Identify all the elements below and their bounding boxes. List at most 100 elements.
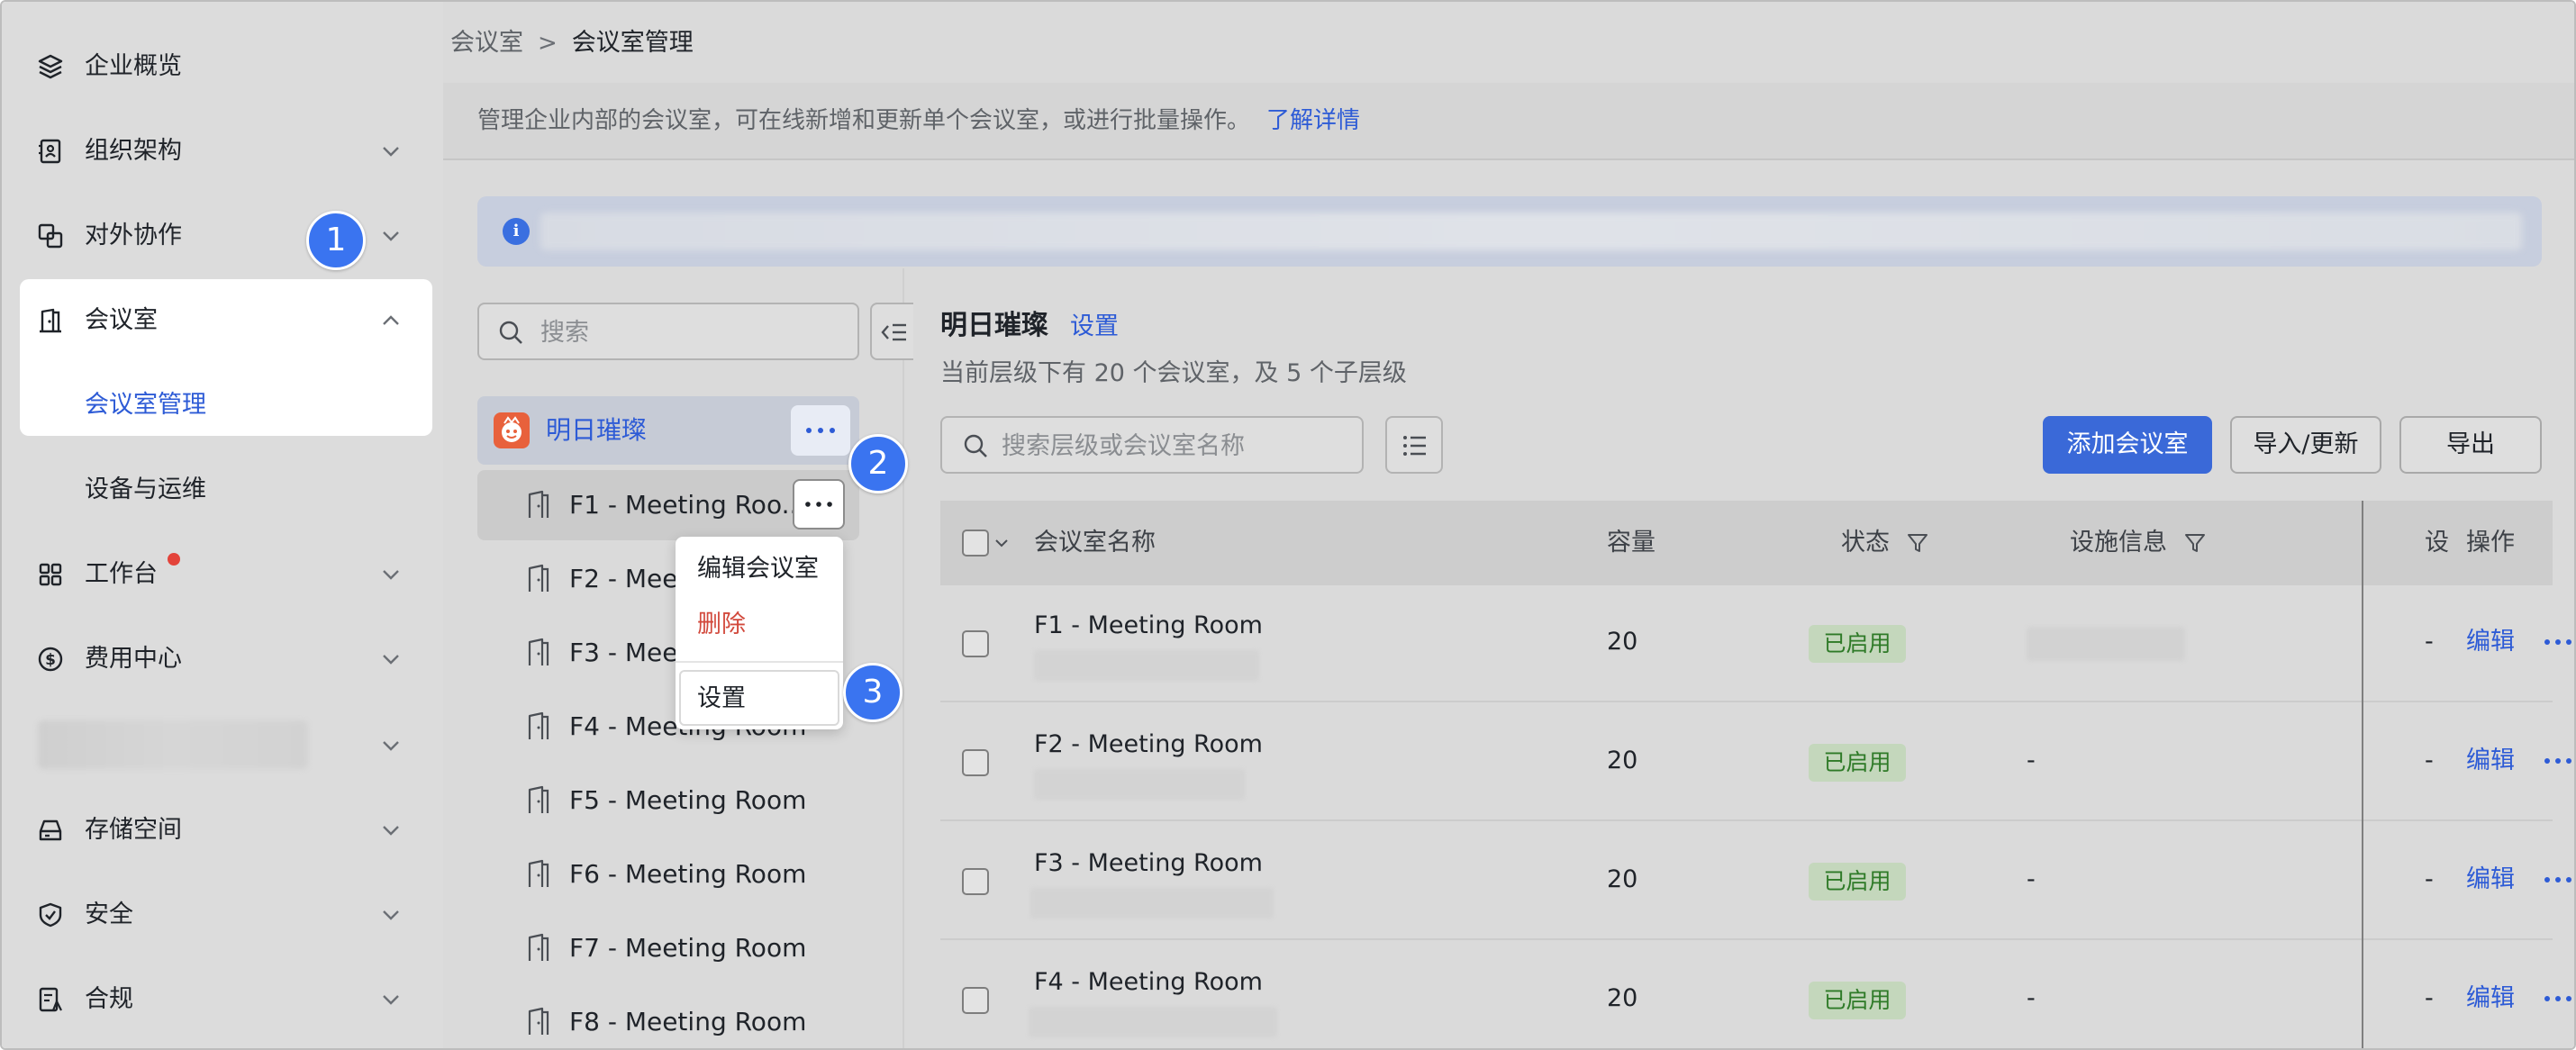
- menu-divider: [676, 661, 843, 663]
- chevron-down-icon[interactable]: [994, 537, 1009, 549]
- import-update-button[interactable]: 导入/更新: [2230, 416, 2381, 474]
- truncated-cell: -: [2425, 747, 2434, 774]
- sidebar-item-overview[interactable]: 企业概览: [20, 31, 432, 103]
- sidebar-subitem-devices[interactable]: 设备与运维: [85, 475, 206, 504]
- tree-item-more-button[interactable]: [793, 479, 845, 530]
- tree-item-f7[interactable]: F7 - Meeting Room: [477, 913, 859, 983]
- sidebar-item-storage[interactable]: 存储空间: [20, 794, 432, 866]
- sidebar-item-external-collab[interactable]: 对外协作: [20, 200, 432, 272]
- shield-icon: [36, 901, 65, 929]
- tree-item-f6[interactable]: F6 - Meeting Room: [477, 839, 859, 910]
- table-row: F1 - Meeting Room 20 已启用 - 编辑: [940, 585, 2571, 702]
- facility-info: -: [2027, 747, 2036, 774]
- column-header-name: 会议室名称: [1034, 529, 1156, 557]
- level-summary: 当前层级下有 20 个会议室，及 5 个子层级: [940, 359, 1407, 387]
- status-badge: 已启用: [1809, 982, 1906, 1019]
- truncated-cell: -: [2425, 984, 2434, 1012]
- add-room-button[interactable]: 添加会议室: [2043, 416, 2212, 474]
- more-horizontal-icon[interactable]: [2542, 992, 2574, 1005]
- root-more-button[interactable]: [791, 405, 850, 456]
- menu-item-edit-room[interactable]: 编辑会议室: [697, 555, 819, 584]
- sidebar-item-billing[interactable]: $ 费用中心: [20, 623, 432, 695]
- tree-item-f1[interactable]: F1 - Meeting Roo...: [477, 470, 859, 540]
- edit-link[interactable]: 编辑: [2466, 627, 2515, 657]
- menu-item-settings[interactable]: 设置: [697, 684, 746, 713]
- tree-item-f8[interactable]: F8 - Meeting Room: [477, 987, 859, 1048]
- blurred-facility-info: [2027, 627, 2185, 661]
- door-icon: [528, 859, 549, 887]
- tree-search-input[interactable]: 搜索: [477, 303, 859, 360]
- collapse-tree-button[interactable]: [870, 303, 913, 360]
- menu-item-delete[interactable]: 删除: [697, 611, 746, 639]
- room-capacity: 20: [1607, 865, 1638, 893]
- status-badge: 已启用: [1809, 744, 1906, 782]
- export-button[interactable]: 导出: [2399, 416, 2542, 474]
- external-collab-icon: [36, 222, 65, 250]
- sidebar-subitem-room-management[interactable]: 会议室管理: [85, 391, 206, 420]
- room-capacity: 20: [1607, 628, 1638, 656]
- column-header-actions: 操作: [2466, 529, 2515, 557]
- door-icon: [528, 711, 549, 739]
- column-header-facility: 设施信息: [2070, 528, 2207, 558]
- room-capacity: 20: [1607, 984, 1638, 1012]
- door-icon: [528, 785, 549, 813]
- edit-link[interactable]: 编辑: [2466, 983, 2515, 1014]
- status-badge: 已启用: [1809, 625, 1906, 663]
- sidebar-item-meeting-room[interactable]: 会议室: [20, 285, 432, 357]
- breadcrumb-separator: >: [538, 30, 558, 57]
- status-badge: 已启用: [1809, 863, 1906, 901]
- column-header-truncated: 设: [2425, 529, 2449, 557]
- layers-icon: [36, 52, 65, 81]
- app-window: 企业概览 组织架构 对外协作 会议室 会议室管理 设备与运维 工作台 $ 费用中…: [0, 0, 2576, 1050]
- sidebar-item-compliance[interactable]: 合规: [20, 964, 432, 1036]
- filter-icon[interactable]: [2183, 531, 2207, 555]
- storage-icon: [36, 816, 65, 845]
- door-icon: [528, 638, 549, 665]
- list-view-toggle[interactable]: [1385, 416, 1443, 474]
- level-settings-link[interactable]: 设置: [1070, 312, 1119, 342]
- more-horizontal-icon[interactable]: [2542, 755, 2574, 767]
- edit-link[interactable]: 编辑: [2466, 746, 2515, 776]
- select-all-checkbox[interactable]: [962, 530, 989, 557]
- more-horizontal-icon[interactable]: [2542, 873, 2574, 886]
- facility-info: -: [2027, 984, 2036, 1012]
- sidebar-item-workbench[interactable]: 工作台: [20, 539, 432, 611]
- door-icon: [528, 1007, 549, 1035]
- table-row: F2 - Meeting Room 20 已启用 - - 编辑: [940, 704, 2571, 821]
- row-checkbox[interactable]: [962, 630, 989, 657]
- tree-item-label: F3 - Mee: [569, 638, 678, 667]
- row-checkbox[interactable]: [962, 749, 989, 776]
- tree-item-label: F7 - Meeting Room: [569, 933, 807, 963]
- page-description-bar: 管理企业内部的会议室，可在线新增和更新单个会议室，或进行批量操作。 了解详情: [443, 83, 2574, 160]
- room-search-input[interactable]: 搜索层级或会议室名称: [940, 416, 1364, 474]
- tree-root-node[interactable]: 明日璀璨: [477, 396, 859, 465]
- facility-info: -: [2027, 865, 2036, 893]
- org-chart-icon: [36, 137, 65, 166]
- door-icon: [528, 564, 549, 592]
- chevron-down-icon[interactable]: [380, 735, 402, 756]
- breadcrumb-parent[interactable]: 会议室: [450, 29, 523, 58]
- chevron-down-icon: [383, 570, 399, 580]
- filter-icon[interactable]: [1906, 531, 1929, 555]
- tree-root-label: 明日璀璨: [546, 415, 648, 445]
- row-checkbox[interactable]: [962, 868, 989, 895]
- svg-text:$: $: [45, 651, 56, 669]
- page-description: 管理企业内部的会议室，可在线新增和更新单个会议室，或进行批量操作。 了解详情: [477, 106, 1360, 135]
- dollar-icon: $: [36, 645, 65, 674]
- learn-more-link[interactable]: 了解详情: [1266, 107, 1360, 134]
- sidebar-item-label: 费用中心: [85, 645, 182, 673]
- list-icon: [1403, 436, 1426, 456]
- sidebar-item-security[interactable]: 安全: [20, 879, 432, 951]
- sidebar-item-organization[interactable]: 组织架构: [20, 115, 432, 187]
- room-name: F1 - Meeting Room: [1034, 611, 1263, 639]
- row-checkbox[interactable]: [962, 987, 989, 1014]
- column-header-facility-label: 设施信息: [2070, 529, 2167, 557]
- blurred-room-detail: [1030, 888, 1274, 919]
- more-horizontal-icon: [805, 502, 832, 507]
- tree-item-label: F8 - Meeting Room: [569, 1007, 807, 1036]
- tree-item-f5[interactable]: F5 - Meeting Room: [477, 765, 859, 836]
- door-icon: [36, 306, 65, 335]
- more-horizontal-icon[interactable]: [2542, 636, 2574, 648]
- info-banner: i: [477, 196, 2542, 267]
- edit-link[interactable]: 编辑: [2466, 864, 2515, 895]
